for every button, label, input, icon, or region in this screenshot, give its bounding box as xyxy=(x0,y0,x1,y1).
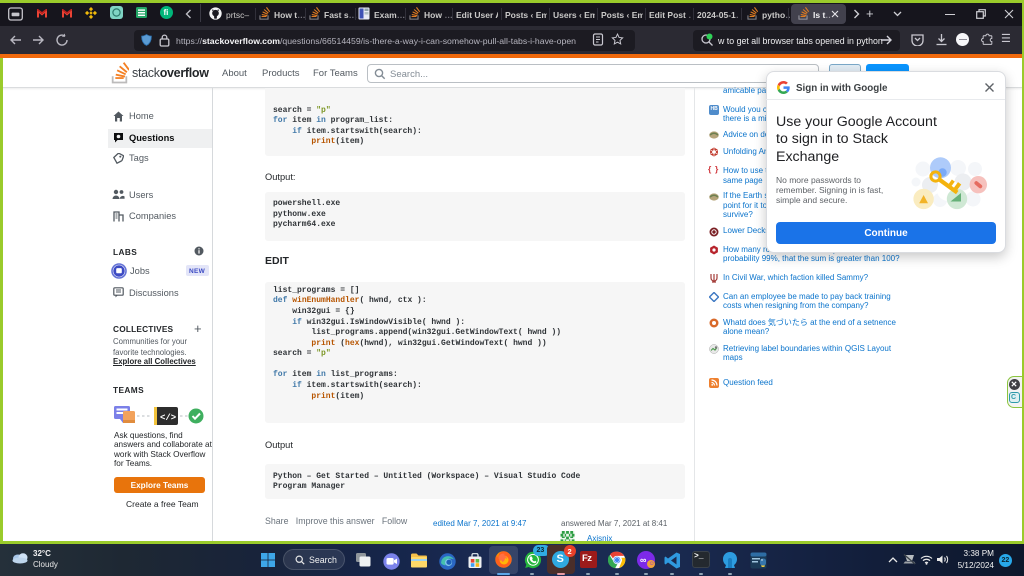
svg-text:</>: </> xyxy=(160,413,176,423)
